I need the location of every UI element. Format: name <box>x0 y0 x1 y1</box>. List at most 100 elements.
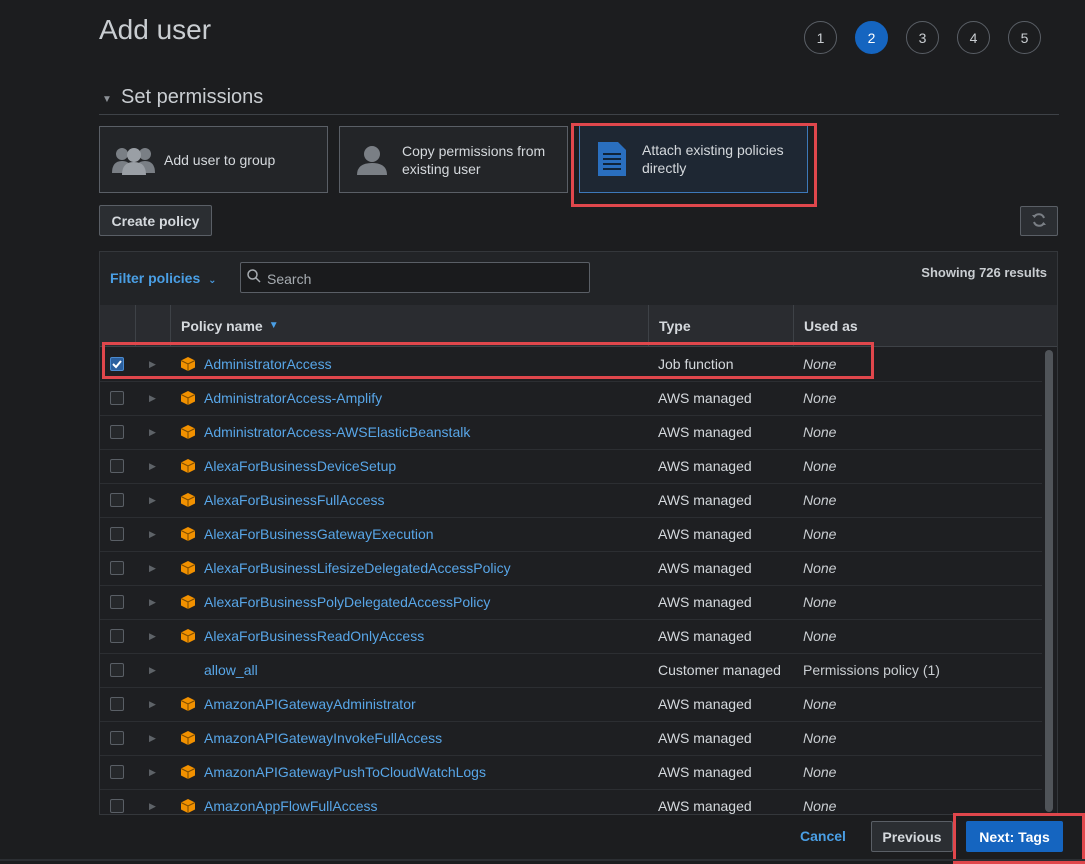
table-row[interactable]: ▶ AmazonAppFlowFullAccess AWS managed None <box>100 789 1042 814</box>
row-checkbox[interactable] <box>110 493 124 507</box>
row-checkbox[interactable] <box>110 425 124 439</box>
policy-name-link[interactable]: AlexaForBusinessReadOnlyAccess <box>204 628 424 644</box>
previous-button[interactable]: Previous <box>871 821 953 852</box>
policy-name-link[interactable]: AmazonAPIGatewayPushToCloudWatchLogs <box>204 764 486 780</box>
row-checkbox-cell <box>110 381 126 415</box>
policy-name-link[interactable]: AmazonAppFlowFullAccess <box>204 798 378 814</box>
policy-name-cell: AlexaForBusinessPolyDelegatedAccessPolic… <box>180 585 640 619</box>
table-row[interactable]: ▶ AdministratorAccess-Amplify AWS managed N… <box>100 381 1042 416</box>
section-header[interactable]: ▼ Set permissions <box>99 86 1059 115</box>
users-group-icon <box>112 145 156 175</box>
policy-used-as: None <box>803 458 837 474</box>
expand-caret-icon[interactable]: ▶ <box>149 755 156 789</box>
policy-name-link[interactable]: AmazonAPIGatewayInvokeFullAccess <box>204 730 442 746</box>
policy-name-cell: AlexaForBusinessFullAccess <box>180 483 640 517</box>
filter-policies-dropdown[interactable]: Filter policies ⌄ <box>110 270 217 286</box>
row-checkbox[interactable] <box>110 765 124 779</box>
row-checkbox[interactable] <box>110 629 124 643</box>
policy-type: AWS managed <box>658 696 752 712</box>
policy-name-cell: AmazonAppFlowFullAccess <box>180 789 640 814</box>
table-row[interactable]: ▶ AlexaForBusinessGatewayExecution AWS man… <box>100 517 1042 552</box>
table-row[interactable]: ▶ AlexaForBusinessPolyDelegatedAccessPoli… <box>100 585 1042 620</box>
table-row[interactable]: ▶ AmazonAPIGatewayInvokeFullAccess AWS man… <box>100 721 1042 756</box>
expand-caret-icon[interactable]: ▶ <box>149 789 156 814</box>
policy-type: AWS managed <box>658 628 752 644</box>
sort-desc-icon: ▼ <box>268 320 279 331</box>
step-3[interactable]: 3 <box>906 21 939 54</box>
step-2[interactable]: 2 <box>855 21 888 54</box>
expand-caret-icon[interactable]: ▶ <box>149 449 156 483</box>
policy-used-as: None <box>803 730 837 746</box>
policy-name-link[interactable]: AlexaForBusinessDeviceSetup <box>204 458 396 474</box>
step-1[interactable]: 1 <box>804 21 837 54</box>
row-checkbox[interactable] <box>110 527 124 541</box>
chevron-down-icon: ⌄ <box>208 275 217 286</box>
row-checkbox[interactable] <box>110 357 124 371</box>
expand-caret-icon[interactable]: ▶ <box>149 551 156 585</box>
table-row[interactable]: ▶ AlexaForBusinessDeviceSetup AWS managed N… <box>100 449 1042 484</box>
cancel-button[interactable]: Cancel <box>800 828 846 844</box>
table-row[interactable]: ▶ AmazonAPIGatewayAdministrator AWS manage… <box>100 687 1042 722</box>
row-checkbox[interactable] <box>110 391 124 405</box>
row-checkbox[interactable] <box>110 799 124 813</box>
refresh-button[interactable] <box>1020 206 1058 236</box>
row-checkbox-cell <box>110 619 126 653</box>
policy-name-link[interactable]: AlexaForBusinessFullAccess <box>204 492 385 508</box>
next-tags-button[interactable]: Next: Tags <box>966 821 1063 852</box>
attach-policies-option[interactable]: Attach existing policies directly <box>579 125 808 193</box>
policy-name-link[interactable]: AdministratorAccess-AWSElasticBeanstalk <box>204 424 470 440</box>
column-type[interactable]: Type <box>648 305 793 346</box>
row-checkbox[interactable] <box>110 731 124 745</box>
table-row[interactable]: ▶ AlexaForBusinessReadOnlyAccess AWS manag… <box>100 619 1042 654</box>
expand-caret-icon[interactable]: ▶ <box>149 619 156 653</box>
policy-cube-icon <box>180 356 196 372</box>
expand-caret-icon[interactable]: ▶ <box>149 585 156 619</box>
policy-cube-icon <box>180 764 196 780</box>
step-5[interactable]: 5 <box>1008 21 1041 54</box>
expand-caret-icon[interactable]: ▶ <box>149 653 156 687</box>
expand-caret-icon[interactable]: ▶ <box>149 687 156 721</box>
expand-caret-icon[interactable]: ▶ <box>149 381 156 415</box>
row-checkbox[interactable] <box>110 459 124 473</box>
policy-name-link[interactable]: AmazonAPIGatewayAdministrator <box>204 696 416 712</box>
table-row[interactable]: ▶ AlexaForBusinessLifesizeDelegatedAccess… <box>100 551 1042 586</box>
table-scrollbar[interactable] <box>1045 350 1053 812</box>
create-policy-button[interactable]: Create policy <box>99 205 212 236</box>
select-all-header <box>100 305 135 346</box>
row-checkbox-cell <box>110 483 126 517</box>
policy-name-link[interactable]: AdministratorAccess <box>204 356 332 372</box>
expand-caret-icon[interactable]: ▶ <box>149 347 156 381</box>
policy-used-as: None <box>803 390 837 406</box>
table-row[interactable]: ▶ AlexaForBusinessFullAccess AWS managed No… <box>100 483 1042 518</box>
policy-name-link[interactable]: AlexaForBusinessLifesizeDelegatedAccessP… <box>204 560 511 576</box>
policy-name-link[interactable]: AlexaForBusinessPolyDelegatedAccessPolic… <box>204 594 490 610</box>
row-checkbox[interactable] <box>110 697 124 711</box>
row-checkbox[interactable] <box>110 595 124 609</box>
expand-caret-icon[interactable]: ▶ <box>149 415 156 449</box>
expand-caret-icon[interactable]: ▶ <box>149 721 156 755</box>
policy-name-link[interactable]: AdministratorAccess-Amplify <box>204 390 382 406</box>
policy-name-cell: AlexaForBusinessReadOnlyAccess <box>180 619 640 653</box>
table-row[interactable]: ▶ AmazonAPIGatewayPushToCloudWatchLogs AWS… <box>100 755 1042 790</box>
collapse-chevron-icon[interactable]: ▼ <box>102 94 112 105</box>
row-checkbox[interactable] <box>110 561 124 575</box>
policy-used-as: None <box>803 492 837 508</box>
filter-bar: Filter policies ⌄ Showing 726 results <box>100 252 1057 306</box>
column-policy-name[interactable]: Policy name ▼ <box>170 305 648 346</box>
expand-caret-icon[interactable]: ▶ <box>149 483 156 517</box>
expand-caret-icon[interactable]: ▶ <box>149 517 156 551</box>
policy-name-link[interactable]: AlexaForBusinessGatewayExecution <box>204 526 434 542</box>
search-box[interactable] <box>240 262 590 293</box>
table-row[interactable]: ▶ allow_all Customer managed Permissions po… <box>100 653 1042 688</box>
column-used-as[interactable]: Used as <box>793 305 1057 346</box>
add-user-to-group-option[interactable]: Add user to group <box>99 126 328 193</box>
policy-cube-icon <box>180 560 196 576</box>
row-checkbox[interactable] <box>110 663 124 677</box>
policy-cube-icon <box>180 492 196 508</box>
copy-permissions-option[interactable]: Copy permissions from existing user <box>339 126 568 193</box>
search-input[interactable] <box>265 267 579 290</box>
table-row[interactable]: ▶ AdministratorAccess-AWSElasticBeanstalk… <box>100 415 1042 450</box>
policy-name-link[interactable]: allow_all <box>204 662 258 678</box>
step-4[interactable]: 4 <box>957 21 990 54</box>
table-row[interactable]: ▶ AdministratorAccess Job function None <box>100 347 1042 382</box>
